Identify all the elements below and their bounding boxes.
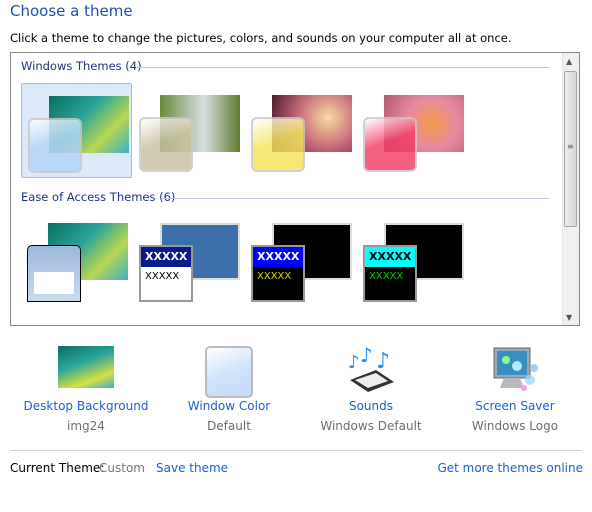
- theme-flowers[interactable]: [357, 83, 468, 178]
- svg-text:♪: ♪: [376, 349, 390, 374]
- svg-text:♪: ♪: [348, 352, 360, 373]
- window-glass-swatch: [363, 117, 417, 172]
- theme-high-contrast-1[interactable]: XXXXX XXXXX: [245, 213, 356, 308]
- title-sample: XXXXX: [141, 247, 191, 267]
- option-value: img24: [67, 419, 105, 433]
- scroll-down-arrow-icon[interactable]: ▼: [566, 313, 572, 322]
- theme-high-contrast-2[interactable]: XXXXX XXXXX: [357, 213, 468, 308]
- page-description: Click a theme to change the pictures, co…: [10, 31, 512, 45]
- group-divider: [136, 67, 549, 68]
- window-swatch: XXXXX XXXXX: [363, 245, 417, 302]
- option-label[interactable]: Sounds: [296, 399, 446, 413]
- theme-landscapes[interactable]: [133, 83, 244, 178]
- window-glass-swatch: [28, 118, 82, 173]
- option-label[interactable]: Desktop Background: [11, 399, 161, 413]
- option-label[interactable]: Screen Saver: [440, 399, 590, 413]
- grip-icon: ≡: [567, 142, 574, 151]
- option-label[interactable]: Window Color: [154, 399, 304, 413]
- theme-windows-classic[interactable]: XXXXX XXXXX: [133, 213, 244, 308]
- text-sample: XXXXX: [145, 271, 180, 282]
- sounds-icon[interactable]: ♪ ♪ ♪: [346, 343, 396, 397]
- text-sample: XXXXX: [369, 271, 404, 282]
- option-value: Default: [207, 419, 251, 433]
- window-color-icon[interactable]: [205, 346, 253, 398]
- window-swatch: XXXXX XXXXX: [139, 245, 193, 302]
- current-theme-label: Current Theme:: [10, 461, 105, 475]
- save-theme-link[interactable]: Save theme: [156, 461, 228, 475]
- title-sample: XXXXX: [365, 247, 415, 267]
- group-header-windows-themes: Windows Themes (4): [21, 59, 142, 73]
- get-more-themes-link[interactable]: Get more themes online: [437, 461, 583, 475]
- theme-windows-7-basic[interactable]: [21, 213, 132, 308]
- screen-saver-icon[interactable]: [490, 346, 540, 397]
- window-glass-swatch: [139, 117, 193, 172]
- theme-windows-7[interactable]: [21, 83, 132, 178]
- theme-list[interactable]: Windows Themes (4) Ease of Access Themes…: [10, 52, 580, 326]
- page-title: Choose a theme: [10, 2, 133, 20]
- window-glass-swatch: [251, 117, 305, 172]
- group-divider: [161, 198, 549, 199]
- scrollbar[interactable]: ▲ ≡ ▼: [562, 53, 579, 325]
- option-value: Windows Default: [320, 419, 422, 433]
- svg-text:♪: ♪: [360, 346, 373, 367]
- divider: [10, 450, 582, 451]
- desktop-background-icon[interactable]: [58, 346, 114, 388]
- text-sample: XXXXX: [257, 271, 292, 282]
- scroll-up-arrow-icon[interactable]: ▲: [566, 57, 572, 66]
- title-sample: XXXXX: [253, 247, 303, 267]
- option-value: Windows Logo: [471, 419, 559, 433]
- window-swatch: [27, 245, 81, 302]
- window-swatch: XXXXX XXXXX: [251, 245, 305, 302]
- theme-nature[interactable]: [245, 83, 356, 178]
- group-header-ease-of-access-themes: Ease of Access Themes (6): [21, 190, 176, 204]
- current-theme-value: Custom: [99, 461, 145, 475]
